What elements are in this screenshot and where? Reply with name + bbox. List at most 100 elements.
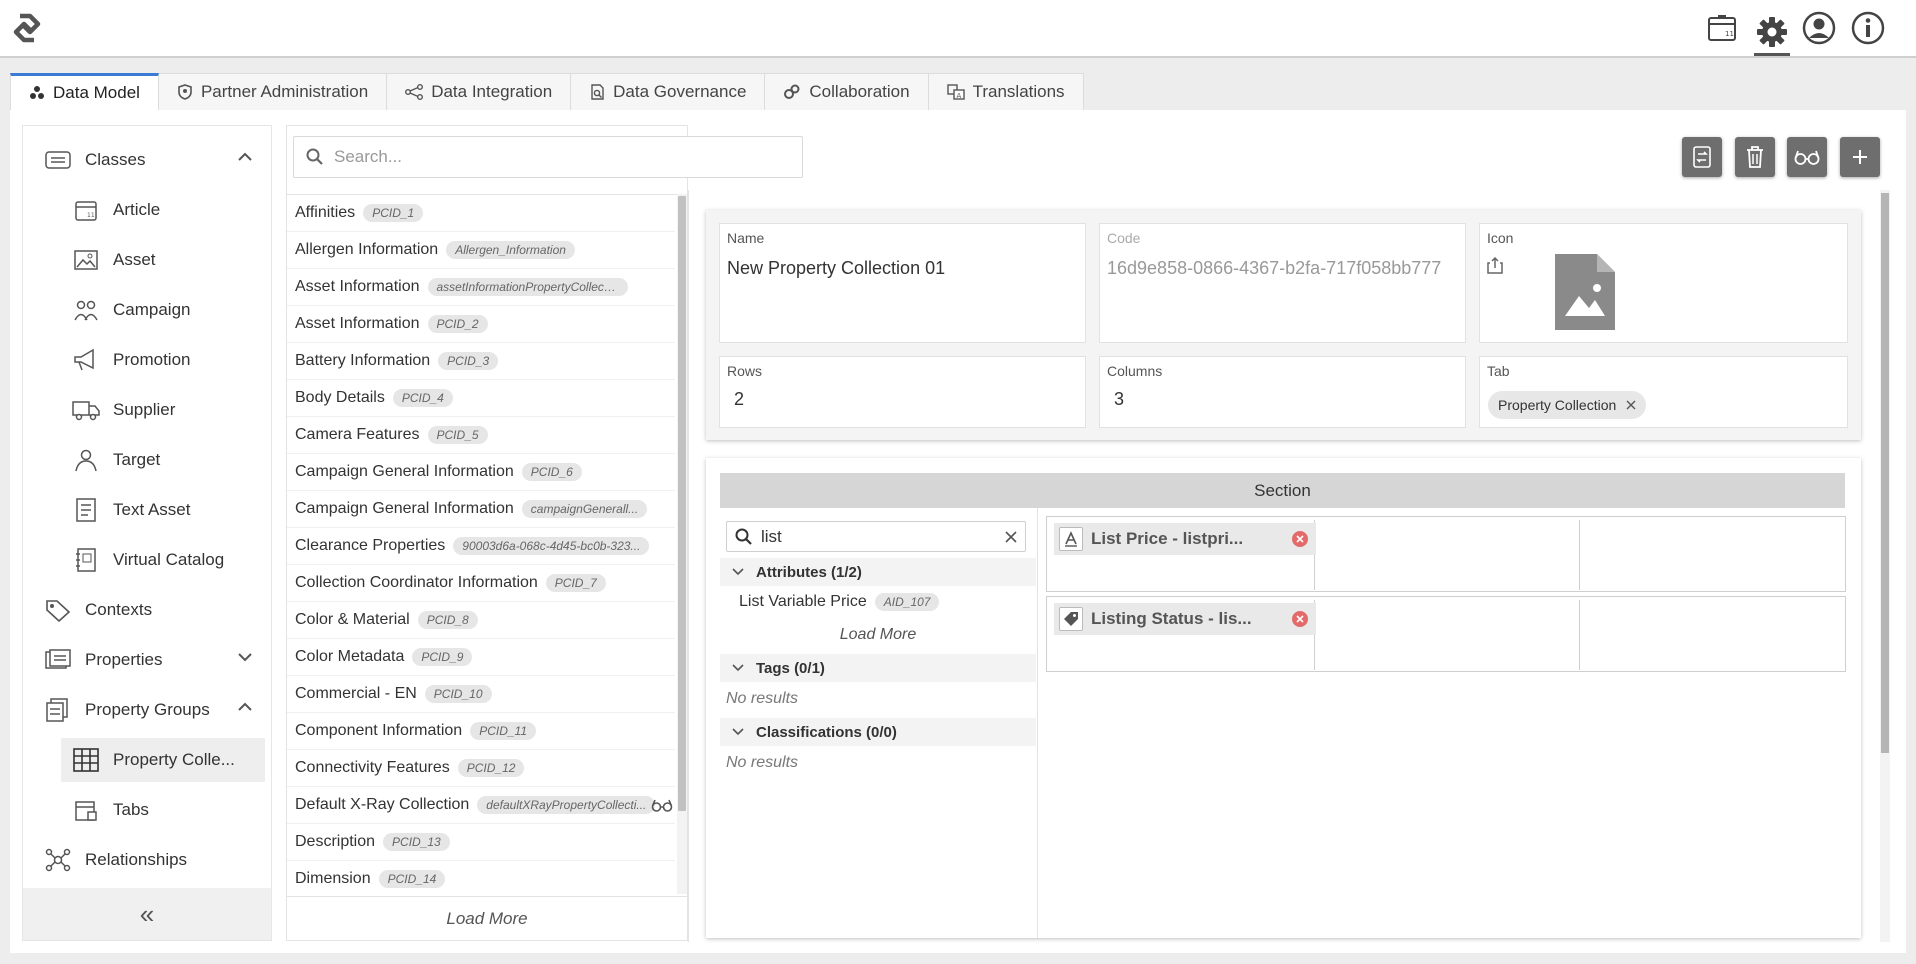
list-item[interactable]: Clearance Properties 90003d6a-068c-4d45-b…	[287, 528, 675, 565]
grid-cell[interactable]	[1315, 520, 1580, 590]
tab-translations[interactable]: A Translations	[928, 73, 1084, 111]
property-chip[interactable]: Listing Status - lis...	[1054, 603, 1316, 635]
user-profile-icon[interactable]	[1801, 10, 1837, 46]
sidebar-item-asset[interactable]: Asset	[71, 238, 265, 282]
list-item[interactable]: Asset Information PCID_2	[287, 306, 675, 343]
list-item[interactable]: Campaign General Information campaignGene…	[287, 491, 675, 528]
chevron-down-icon[interactable]	[237, 652, 253, 662]
item-name: Camera Features	[295, 426, 420, 443]
sidebar-item-article[interactable]: 11 Article	[71, 188, 265, 232]
x-ray-button[interactable]	[1787, 137, 1827, 177]
settings-gear-icon[interactable]	[1754, 10, 1790, 56]
delete-button[interactable]	[1735, 137, 1775, 177]
grid-cell[interactable]	[1580, 600, 1844, 670]
tab-data-model[interactable]: Data Model	[10, 73, 159, 111]
sidebar-item-target[interactable]: Target	[71, 438, 265, 482]
list-item[interactable]: Color Metadata PCID_9	[287, 639, 675, 676]
grid-cell[interactable]: Listing Status - lis...	[1050, 600, 1316, 670]
sidebar-item-label: Classes	[85, 150, 146, 169]
x-ray-glasses-icon[interactable]	[651, 797, 673, 813]
table-icon	[71, 745, 101, 775]
list-item[interactable]: Affinities PCID_1	[287, 195, 675, 232]
list-item[interactable]: Allergen Information Allergen_Information	[287, 232, 675, 269]
sidebar-item-contexts[interactable]: Contexts	[43, 588, 265, 632]
list-item[interactable]: Component Information PCID_11	[287, 713, 675, 750]
attribute-item[interactable]: List Variable Price AID_107	[739, 590, 940, 614]
list-item[interactable]: Color & Material PCID_8	[287, 602, 675, 639]
attributes-load-more-button[interactable]: Load More	[720, 626, 1036, 644]
sidebar-item-property-groups[interactable]: Property Groups	[43, 688, 265, 732]
sidebar-item-classes[interactable]: Classes	[43, 138, 265, 182]
sidebar-item-relationships[interactable]: Relationships	[43, 838, 265, 882]
list-item[interactable]: Connectivity Features PCID_12	[287, 750, 675, 787]
name-field[interactable]: Name New Property Collection 01	[719, 223, 1086, 343]
sidebar-item-label: Article	[113, 200, 161, 219]
sidebar-item-label: Property Groups	[85, 700, 210, 719]
target-icon	[71, 445, 101, 475]
list-item[interactable]: Camera Features PCID_5	[287, 417, 675, 454]
list-item[interactable]: Battery Information PCID_3	[287, 343, 675, 380]
list-scrollbar[interactable]	[677, 194, 687, 894]
list-item[interactable]: Asset Information assetInformationPropert…	[287, 269, 675, 306]
tags-group-header[interactable]: Tags (0/1)	[720, 654, 1036, 682]
sidebar-item-tabs[interactable]: Tabs	[71, 788, 265, 832]
sidebar-item-promotion[interactable]: Promotion	[71, 338, 265, 382]
tab-partner-administration[interactable]: Partner Administration	[158, 73, 388, 111]
details-scrollbar[interactable]	[1880, 190, 1890, 942]
scrollbar-thumb[interactable]	[678, 196, 686, 811]
property-chip[interactable]: List Price - listpri...	[1054, 523, 1316, 555]
text-attribute-icon	[1059, 527, 1083, 551]
list-item[interactable]: Commercial - EN PCID_10	[287, 676, 675, 713]
sidebar-item-properties[interactable]: Properties	[43, 638, 265, 682]
list-item[interactable]: Body Details PCID_4	[287, 380, 675, 417]
tab-collaboration[interactable]: Collaboration	[765, 73, 929, 111]
chevron-down-icon	[720, 568, 756, 576]
inbox-icon[interactable]: 11	[1704, 10, 1740, 46]
sidebar-item-label: Contexts	[85, 600, 153, 619]
rows-field[interactable]: Rows 2	[719, 356, 1086, 428]
chevron-up-icon[interactable]	[237, 702, 253, 712]
search-input[interactable]: Search...	[293, 136, 803, 178]
property-filter-input[interactable]: list	[726, 521, 1026, 552]
tab-field[interactable]: Tab Property Collection	[1479, 356, 1848, 428]
sidebar-item-property-collections[interactable]: Property Colle...	[61, 738, 265, 782]
main-tab-bar: Data Model Partner Administration Data I…	[10, 73, 1084, 111]
filter-value: list	[761, 526, 782, 546]
remove-property-icon[interactable]	[1292, 611, 1308, 627]
columns-field[interactable]: Columns 3	[1099, 356, 1466, 428]
tab-data-integration[interactable]: Data Integration	[387, 73, 572, 111]
upload-icon[interactable]	[1487, 256, 1503, 274]
remove-property-icon[interactable]	[1292, 531, 1308, 547]
grid-cell[interactable]	[1315, 600, 1580, 670]
scrollbar-thumb[interactable]	[1881, 193, 1889, 753]
remove-tab-icon[interactable]	[1626, 400, 1636, 410]
switch-view-button[interactable]	[1682, 137, 1722, 177]
classifications-group-header[interactable]: Classifications (0/0)	[720, 718, 1036, 746]
collapse-sidebar-button[interactable]: «	[23, 888, 271, 940]
item-name: Allergen Information	[295, 241, 439, 258]
load-more-button[interactable]: Load More	[287, 896, 687, 940]
info-icon[interactable]	[1850, 10, 1886, 46]
grid-cell[interactable]	[1580, 520, 1844, 590]
sidebar-item-supplier[interactable]: Supplier	[71, 388, 265, 432]
search-placeholder: Search...	[334, 147, 403, 166]
integration-icon	[405, 84, 424, 100]
tab-data-governance[interactable]: Data Governance	[571, 73, 766, 111]
chevron-up-icon[interactable]	[237, 152, 253, 162]
app-logo-icon[interactable]	[6, 8, 50, 48]
sidebar-item-virtual-catalog[interactable]: Virtual Catalog	[71, 538, 265, 582]
sidebar-item-campaign[interactable]: Campaign	[71, 288, 265, 332]
sidebar-item-text-asset[interactable]: Text Asset	[71, 488, 265, 532]
list-item[interactable]: Dimension PCID_14	[287, 861, 675, 894]
list-item[interactable]: Description PCID_13	[287, 824, 675, 861]
tag-attribute-icon	[1059, 607, 1083, 631]
clear-filter-icon[interactable]	[1005, 531, 1017, 543]
grid-cell[interactable]: List Price - listpri...	[1050, 520, 1316, 590]
list-item[interactable]: Collection Coordinator Information PCID_7	[287, 565, 675, 602]
attributes-group-header[interactable]: Attributes (1/2)	[720, 558, 1036, 586]
add-button[interactable]	[1840, 137, 1880, 177]
icon-label: Icon	[1487, 230, 1514, 246]
shield-icon	[177, 84, 193, 100]
list-item[interactable]: Campaign General Information PCID_6	[287, 454, 675, 491]
list-item[interactable]: Default X-Ray Collection defaultXRayPrope…	[287, 787, 675, 824]
